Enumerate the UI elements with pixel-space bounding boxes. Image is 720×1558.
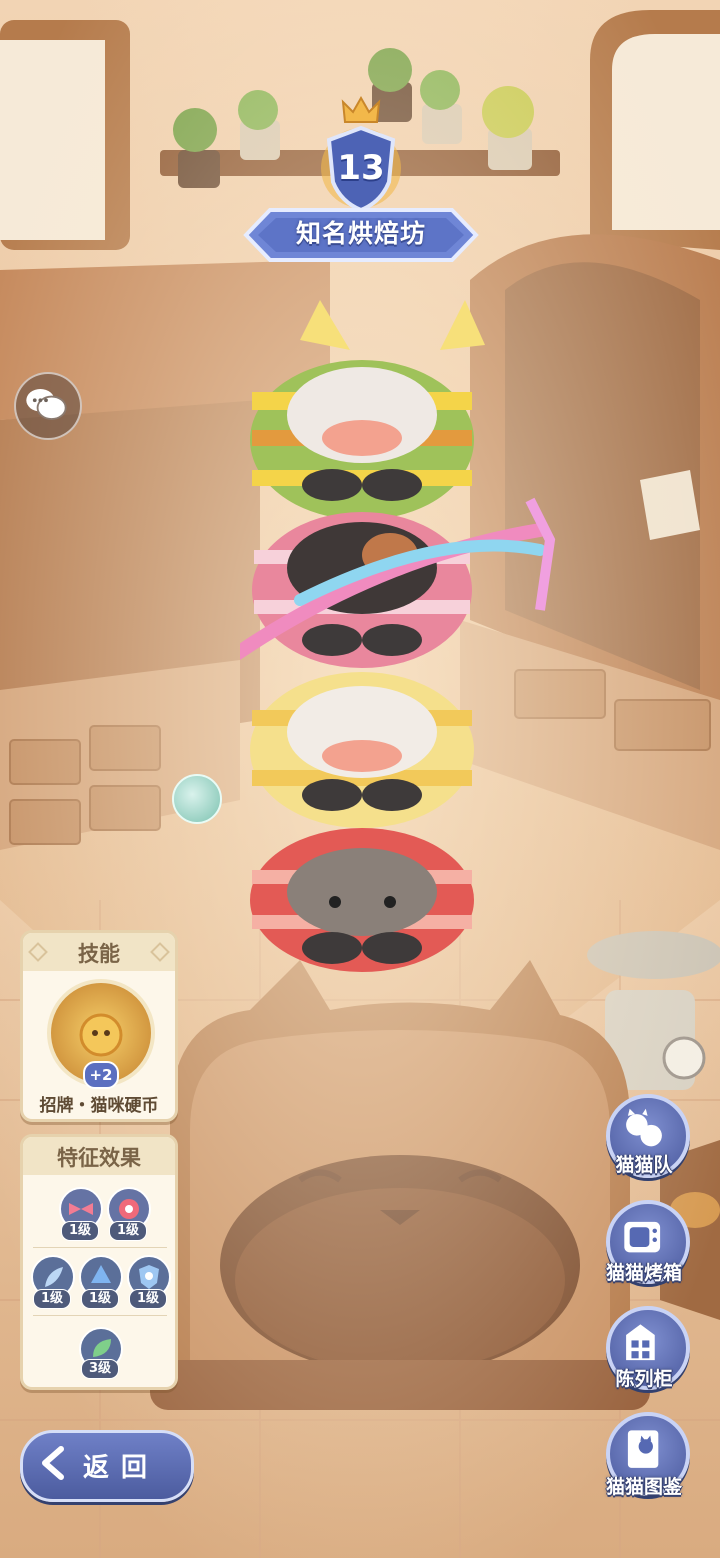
bakery-level-badge: 13 知名烘焙坊 — [236, 96, 486, 276]
bakery-title: 知名烘焙坊 — [295, 219, 426, 248]
cat-yellow-third[interactable] — [250, 672, 474, 828]
level-number: 13 — [337, 148, 385, 188]
skill-panel-header: 技能 — [23, 933, 175, 971]
divider — [33, 1247, 167, 1248]
trait-panel-header: 特征效果 — [23, 1137, 175, 1175]
chat-button[interactable] — [14, 372, 82, 440]
cat-stack — [240, 300, 556, 972]
trait-panel: 特征效果 1级 1级 1级 1级 1级 3级 — [20, 1134, 178, 1390]
skill-panel: 技能 +2 招牌・猫咪硬币 — [20, 930, 178, 1122]
cat-team-label: 猫猫队 — [615, 1154, 673, 1176]
trait-level-badge: 3级 — [81, 1359, 119, 1379]
divider — [33, 1315, 167, 1316]
trait-panel-title: 特征效果 — [57, 1146, 141, 1170]
trait-level-badge: 1级 — [129, 1289, 167, 1309]
back-label: 返回 — [83, 1453, 160, 1483]
cat-encyclopedia-label: 猫猫图鉴 — [605, 1476, 682, 1498]
back-button[interactable]: 返回 — [20, 1430, 194, 1502]
skill-name: 招牌・猫咪硬币 — [39, 1096, 159, 1116]
back-arrow-icon — [42, 1446, 64, 1480]
cat-yellow-top[interactable] — [250, 300, 485, 520]
trait-level-badge: 1级 — [109, 1221, 147, 1241]
skill-plus-badge: +2 — [83, 1061, 119, 1089]
trait-level-badge: 1级 — [33, 1289, 71, 1309]
chat-icon — [26, 389, 67, 420]
display-cabinet-label: 陈列柜 — [615, 1368, 673, 1390]
trait-level-badge: 1级 — [81, 1289, 119, 1309]
bubble-orb[interactable] — [172, 774, 222, 824]
trait-level-badge: 1级 — [61, 1221, 99, 1241]
cat-red-bottom[interactable] — [250, 828, 474, 972]
cat-oven-label: 猫猫烤箱 — [605, 1262, 682, 1284]
